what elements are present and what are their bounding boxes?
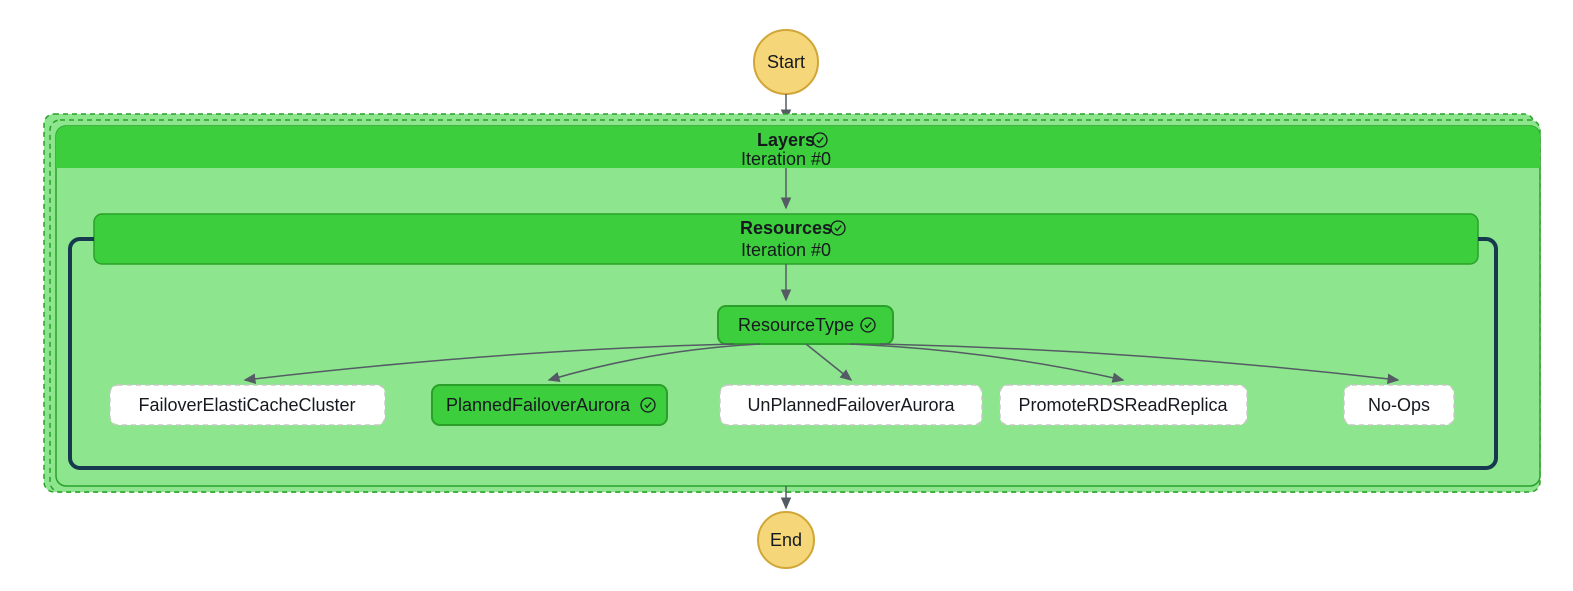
resources-container[interactable]: Resources Iteration #0 — [94, 214, 1478, 264]
start-node[interactable]: Start — [754, 30, 818, 94]
svg-text:Resources: Resources — [740, 218, 832, 238]
state-machine-diagram: Start Layers Iteration #0 Resources Iter… — [0, 0, 1573, 591]
end-node[interactable]: End — [758, 512, 814, 568]
end-label: End — [770, 530, 802, 550]
start-label: Start — [767, 52, 805, 72]
branch-failover-elasticache-cluster[interactable]: FailoverElastiCacheCluster — [110, 385, 385, 425]
branch-planned-failover-aurora[interactable]: PlannedFailoverAurora — [432, 385, 667, 425]
branch-label: No-Ops — [1368, 395, 1430, 415]
layers-title: Layers — [757, 130, 815, 150]
branch-no-ops[interactable]: No-Ops — [1344, 385, 1454, 425]
resources-title: Resources — [740, 218, 832, 238]
layers-subtitle: Iteration #0 — [741, 149, 831, 169]
resources-subtitle: Iteration #0 — [741, 240, 831, 260]
svg-text:Layers: Layers — [757, 130, 815, 150]
branch-unplanned-failover-aurora[interactable]: UnPlannedFailoverAurora — [720, 385, 982, 425]
resource-type-label: ResourceType — [738, 315, 854, 335]
branch-label: FailoverElastiCacheCluster — [138, 395, 355, 415]
branch-label: UnPlannedFailoverAurora — [747, 395, 955, 415]
resource-type-node[interactable]: ResourceType — [718, 306, 893, 344]
branch-promote-rds-read-replica[interactable]: PromoteRDSReadReplica — [1000, 385, 1247, 425]
branch-label: PlannedFailoverAurora — [446, 395, 631, 415]
branch-label: PromoteRDSReadReplica — [1018, 395, 1228, 415]
